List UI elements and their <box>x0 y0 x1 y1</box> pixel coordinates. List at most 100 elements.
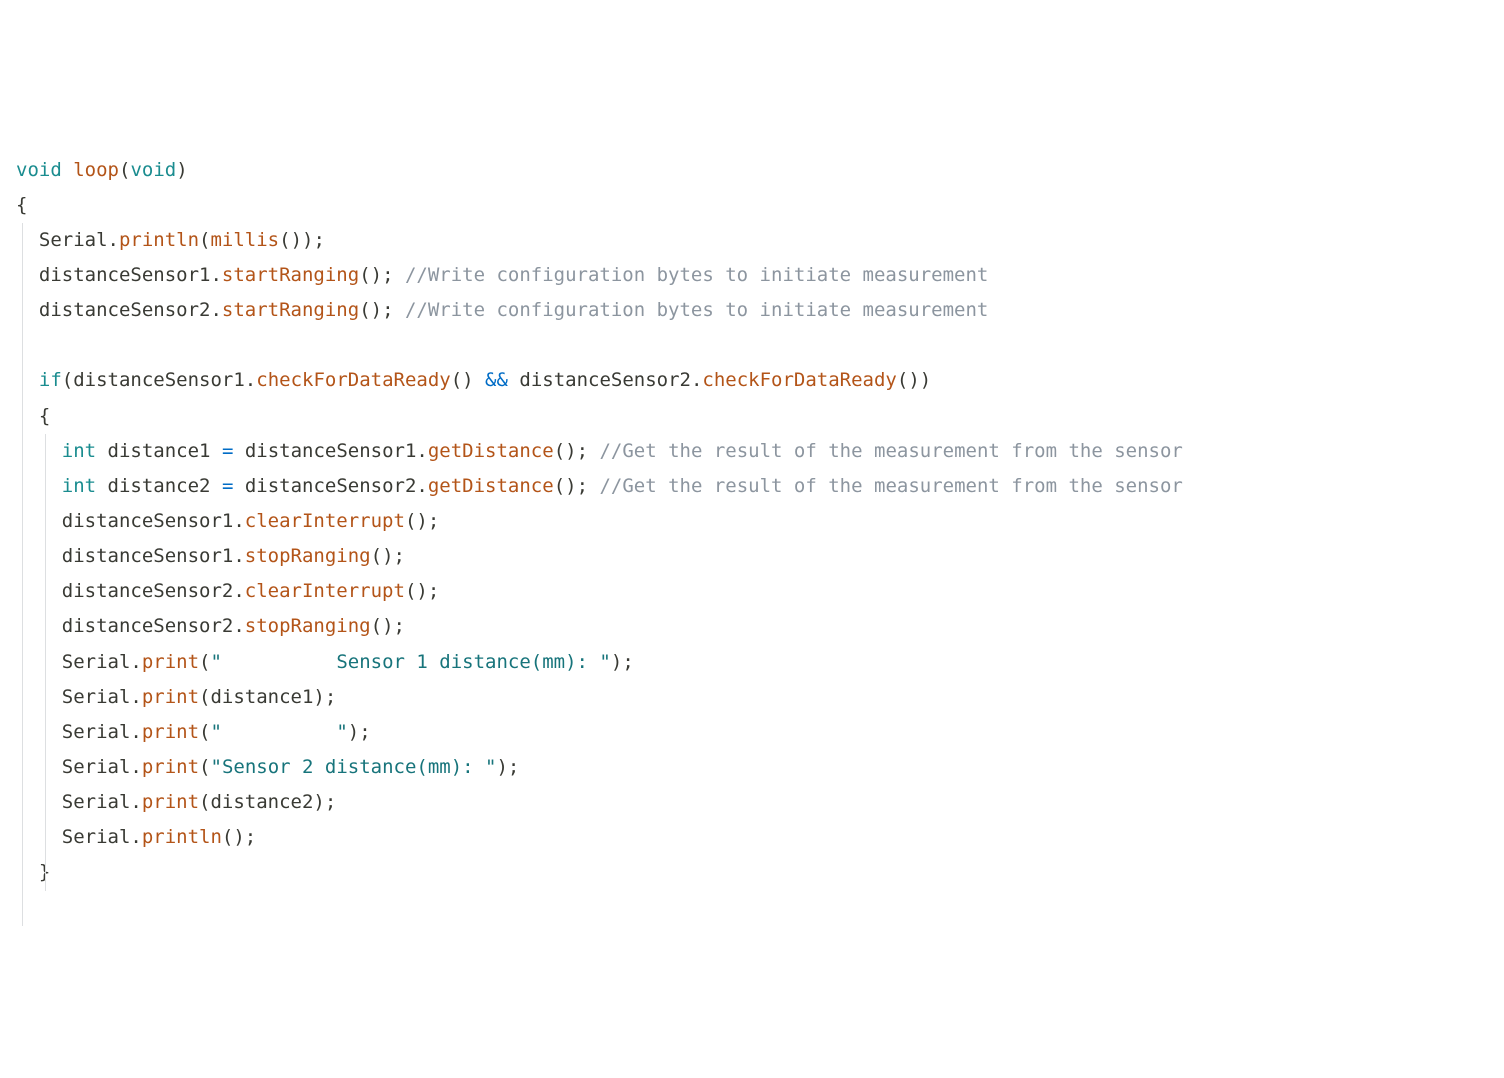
token-id: (distance2); <box>199 791 336 813</box>
token-id: { <box>16 194 27 216</box>
indent-guide <box>22 223 23 926</box>
token-fn: print <box>142 686 199 708</box>
token-cmt: //Get the result of the measurement from… <box>599 475 1182 497</box>
token-id: distanceSensor2. <box>16 580 245 602</box>
token-fn: loop <box>73 159 119 181</box>
code-line: distanceSensor1.startRanging(); //Write … <box>16 258 1504 293</box>
token-id: distanceSensor1. <box>16 545 245 567</box>
token-id <box>62 159 73 181</box>
token-id: (); <box>371 545 405 567</box>
token-id <box>16 440 62 462</box>
token-fn: checkForDataReady <box>702 369 896 391</box>
token-str: "Sensor 2 distance(mm): " <box>211 756 497 778</box>
code-line: if(distanceSensor1.checkForDataReady() &… <box>16 363 1504 398</box>
token-fn: clearInterrupt <box>245 510 405 532</box>
code-line: void loop(void) <box>16 153 1504 188</box>
token-id: distanceSensor2. <box>508 369 702 391</box>
token-id: (); <box>359 264 405 286</box>
token-cmt: //Write configuration bytes to initiate … <box>405 299 988 321</box>
token-kw: int <box>62 475 96 497</box>
code-line: Serial.print(distance2); <box>16 785 1504 820</box>
token-fn: clearInterrupt <box>245 580 405 602</box>
token-id: distanceSensor2. <box>16 615 245 637</box>
code-line: distanceSensor1.clearInterrupt(); <box>16 504 1504 539</box>
token-id: ( <box>199 229 210 251</box>
token-id: distanceSensor1. <box>16 264 222 286</box>
code-line: } <box>16 855 1504 890</box>
code-line: Serial.println(); <box>16 820 1504 855</box>
token-fn: print <box>142 791 199 813</box>
token-id: Serial. <box>16 686 142 708</box>
token-id: (); <box>554 440 600 462</box>
token-kw: if <box>39 369 62 391</box>
code-line: Serial.print(" Sensor 1 distance(mm): ")… <box>16 645 1504 680</box>
token-id: distanceSensor1. <box>16 510 245 532</box>
token-str: " " <box>211 721 348 743</box>
token-op: = <box>222 475 233 497</box>
token-id: () <box>451 369 485 391</box>
code-line: Serial.print(" "); <box>16 715 1504 750</box>
code-line: int distance2 = distanceSensor2.getDista… <box>16 469 1504 504</box>
token-fn: getDistance <box>428 440 554 462</box>
token-op: && <box>485 369 508 391</box>
code-line: int distance1 = distanceSensor1.getDista… <box>16 434 1504 469</box>
code-line: Serial.print("Sensor 2 distance(mm): "); <box>16 750 1504 785</box>
token-id: distanceSensor1. <box>233 440 427 462</box>
token-id: (distance1); <box>199 686 336 708</box>
token-id: (); <box>405 510 439 532</box>
indent-guide <box>45 434 46 891</box>
token-id: ()) <box>897 369 931 391</box>
token-id: (); <box>405 580 439 602</box>
code-line <box>16 328 1504 363</box>
token-fn: stopRanging <box>245 545 371 567</box>
token-fn: print <box>142 756 199 778</box>
token-id: ( <box>199 756 210 778</box>
token-id: ); <box>348 721 371 743</box>
token-id: Serial. <box>16 721 142 743</box>
token-id <box>16 369 39 391</box>
token-id: Serial. <box>16 791 142 813</box>
code-line: distanceSensor2.startRanging(); //Write … <box>16 293 1504 328</box>
code-line: Serial.println(millis()); <box>16 223 1504 258</box>
token-kw: void <box>16 159 62 181</box>
token-id: Serial. <box>16 826 142 848</box>
token-id: ( <box>199 651 210 673</box>
token-fn: startRanging <box>222 264 359 286</box>
token-id <box>16 475 62 497</box>
code-line: Serial.print(distance1); <box>16 680 1504 715</box>
token-id: Serial. <box>16 756 142 778</box>
token-op: = <box>222 440 233 462</box>
token-id: ); <box>611 651 634 673</box>
code-line: distanceSensor2.stopRanging(); <box>16 609 1504 644</box>
token-fn: print <box>142 651 199 673</box>
token-id: ) <box>176 159 187 181</box>
code-line: distanceSensor2.clearInterrupt(); <box>16 574 1504 609</box>
token-id: distanceSensor2. <box>16 299 222 321</box>
token-id: (); <box>359 299 405 321</box>
token-kw: void <box>130 159 176 181</box>
token-id: (distanceSensor1. <box>62 369 256 391</box>
token-cmt: //Get the result of the measurement from… <box>599 440 1182 462</box>
token-cmt: //Write configuration bytes to initiate … <box>405 264 988 286</box>
token-fn: checkForDataReady <box>256 369 450 391</box>
token-fn: getDistance <box>428 475 554 497</box>
token-id: distanceSensor2. <box>233 475 427 497</box>
token-kw: int <box>62 440 96 462</box>
token-fn: print <box>142 721 199 743</box>
token-fn: millis <box>210 229 279 251</box>
token-id: ); <box>496 756 519 778</box>
token-id: (); <box>371 615 405 637</box>
token-fn: stopRanging <box>245 615 371 637</box>
token-str: " Sensor 1 distance(mm): " <box>211 651 611 673</box>
token-id: Serial. <box>16 651 142 673</box>
token-fn: startRanging <box>222 299 359 321</box>
token-id: (); <box>222 826 256 848</box>
token-id: ( <box>199 721 210 743</box>
token-id: distance1 <box>96 440 222 462</box>
token-id: ()); <box>279 229 325 251</box>
code-line: distanceSensor1.stopRanging(); <box>16 539 1504 574</box>
code-line: { <box>16 399 1504 434</box>
token-id: Serial. <box>16 229 119 251</box>
token-fn: println <box>142 826 222 848</box>
token-id: distance2 <box>96 475 222 497</box>
